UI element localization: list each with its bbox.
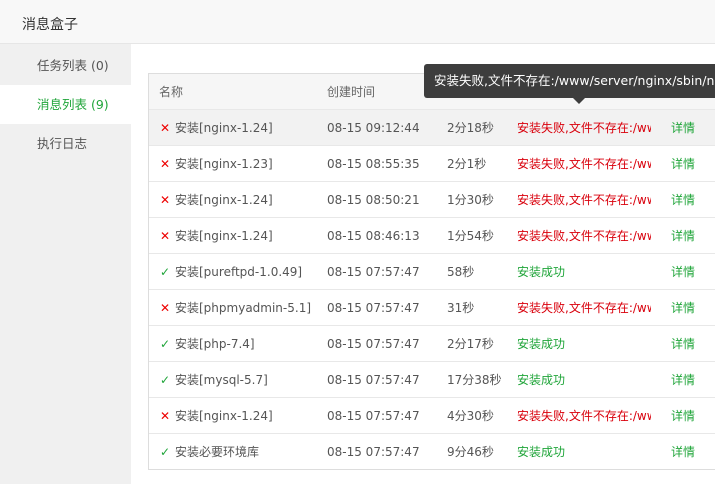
cell-status: 安装失败,文件不存在:/www/server/nginx/sbin/nginx (517, 409, 651, 423)
details-link[interactable]: 详情 (671, 182, 711, 218)
fail-icon: ✕ (159, 157, 171, 171)
task-name: 安装[nginx-1.24] (175, 121, 273, 135)
table-row: ✓ 安装必要环境库 08-15 07:57:47 9分46秒 安装成功 详情 (149, 434, 715, 469)
cell-duration: 1分54秒 (447, 229, 494, 243)
fail-icon: ✕ (159, 409, 171, 423)
message-table: 名称 创建时间 ✕ 安装[nginx-1.24] 08-15 09:12:44 2分1… (148, 73, 715, 470)
cell-created-time: 08-15 08:46:13 (327, 229, 420, 243)
task-name: 安装[nginx-1.23] (175, 157, 273, 171)
cell-status: 安装失败,文件不存在:/www/server/nginx/sbin/nginx (517, 229, 651, 243)
details-link[interactable]: 详情 (671, 218, 711, 254)
table-row: ✓ 安装[mysql-5.7] 08-15 07:57:47 17分38秒 安装成功 详情 (149, 362, 715, 398)
cell-status: 安装成功 (517, 337, 566, 351)
task-name: 安装[nginx-1.24] (175, 409, 273, 423)
titlebar: 消息盒子 (0, 0, 715, 44)
success-icon: ✓ (159, 373, 171, 387)
cell-status: 安装成功 (517, 445, 566, 459)
cell-name: ✕ 安装[nginx-1.24] (159, 218, 329, 254)
details-link[interactable]: 详情 (671, 398, 711, 434)
cell-name: ✕ 安装[nginx-1.24] (159, 398, 329, 434)
details-link[interactable]: 详情 (671, 326, 711, 362)
cell-created-time: 08-15 09:12:44 (327, 121, 420, 135)
task-name: 安装[nginx-1.24] (175, 229, 273, 243)
task-name: 安装[phpmyadmin-5.1] (175, 301, 312, 315)
status-tooltip: 安装失败,文件不存在:/www/server/nginx/sbin/nginx (424, 64, 715, 98)
cell-duration: 2分1秒 (447, 157, 487, 171)
task-name: 安装[pureftpd-1.0.49] (175, 265, 303, 279)
cell-created-time: 08-15 07:57:47 (327, 301, 420, 315)
cell-name: ✓ 安装[mysql-5.7] (159, 362, 329, 398)
cell-created-time: 08-15 07:57:47 (327, 337, 420, 351)
cell-duration: 1分30秒 (447, 193, 494, 207)
cell-duration: 2分17秒 (447, 337, 494, 351)
cell-duration: 58秒 (447, 265, 475, 279)
sidebar-item-message-list[interactable]: 消息列表 (9) (0, 85, 131, 124)
task-name: 安装[mysql-5.7] (175, 373, 268, 387)
cell-created-time: 08-15 07:57:47 (327, 265, 420, 279)
sidebar: 任务列表 (0) 消息列表 (9) 执行日志 (0, 44, 131, 484)
table-row: ✓ 安装[php-7.4] 08-15 07:57:47 2分17秒 安装成功 详情 (149, 326, 715, 362)
cell-name: ✓ 安装[pureftpd-1.0.49] (159, 254, 329, 290)
cell-duration: 31秒 (447, 301, 475, 315)
task-name: 安装必要环境库 (175, 445, 260, 459)
cell-duration: 17分38秒 (447, 373, 502, 387)
table-row: ✕ 安装[nginx-1.24] 08-15 08:50:21 1分30秒 安装失败,文… (149, 182, 715, 218)
fail-icon: ✕ (159, 229, 171, 243)
cell-duration: 9分46秒 (447, 445, 494, 459)
cell-duration: 4分30秒 (447, 409, 494, 423)
column-header-name: 名称 (159, 85, 184, 99)
table-row: ✕ 安装[nginx-1.24] 08-15 09:12:44 2分18秒 安装失败,文… (149, 110, 715, 146)
cell-name: ✕ 安装[nginx-1.24] (159, 110, 329, 146)
sidebar-item-execution-log[interactable]: 执行日志 (0, 124, 131, 163)
fail-icon: ✕ (159, 301, 171, 315)
fail-icon: ✕ (159, 121, 171, 135)
table-row: ✕ 安装[phpmyadmin-5.1] 08-15 07:57:47 31秒 安装失败… (149, 290, 715, 326)
table-row: ✕ 安装[nginx-1.23] 08-15 08:55:35 2分1秒 安装失败,文件… (149, 146, 715, 182)
details-link[interactable]: 详情 (671, 362, 711, 398)
cell-status: 安装失败,文件不存在:/www/server/nginx/sbin/nginx (517, 121, 651, 135)
cell-name: ✕ 安装[phpmyadmin-5.1] (159, 290, 329, 326)
cell-name: ✕ 安装[nginx-1.24] (159, 182, 329, 218)
table-row: ✓ 安装[pureftpd-1.0.49] 08-15 07:57:47 58秒 安装成… (149, 254, 715, 290)
sidebar-item-task-list[interactable]: 任务列表 (0) (0, 46, 131, 85)
cell-name: ✓ 安装必要环境库 (159, 434, 329, 469)
details-link[interactable]: 详情 (671, 254, 711, 290)
cell-status: 安装失败,文件不存在:/www/server/nginx/sbin/nginx (517, 157, 651, 171)
cell-created-time: 08-15 08:50:21 (327, 193, 420, 207)
cell-status: 安装成功 (517, 265, 566, 279)
cell-status: 安装成功 (517, 373, 566, 387)
cell-created-time: 08-15 07:57:47 (327, 409, 420, 423)
cell-created-time: 08-15 07:57:47 (327, 445, 420, 459)
task-name: 安装[nginx-1.24] (175, 193, 273, 207)
details-link[interactable]: 详情 (671, 146, 711, 182)
tooltip-arrow (573, 98, 585, 104)
cell-created-time: 08-15 08:55:35 (327, 157, 420, 171)
cell-name: ✕ 安装[nginx-1.23] (159, 146, 329, 182)
fail-icon: ✕ (159, 193, 171, 207)
cell-name: ✓ 安装[php-7.4] (159, 326, 329, 362)
table-row: ✕ 安装[nginx-1.24] 08-15 07:57:47 4分30秒 安装失败,文… (149, 398, 715, 434)
success-icon: ✓ (159, 337, 171, 351)
table-row: ✕ 安装[nginx-1.24] 08-15 08:46:13 1分54秒 安装失败,文… (149, 218, 715, 254)
details-link[interactable]: 详情 (671, 290, 711, 326)
cell-duration: 2分18秒 (447, 121, 494, 135)
cell-status: 安装失败,文件不存在:/www/server/nginx/sbin/nginx (517, 193, 651, 207)
cell-created-time: 08-15 07:57:47 (327, 373, 420, 387)
task-name: 安装[php-7.4] (175, 337, 255, 351)
details-link[interactable]: 详情 (671, 434, 711, 469)
cell-status: 安装失败,文件不存在:/www/server/nginx/sbin/nginx (517, 301, 651, 315)
details-link[interactable]: 详情 (671, 110, 711, 146)
success-icon: ✓ (159, 445, 171, 459)
window-title: 消息盒子 (22, 17, 78, 33)
success-icon: ✓ (159, 265, 171, 279)
